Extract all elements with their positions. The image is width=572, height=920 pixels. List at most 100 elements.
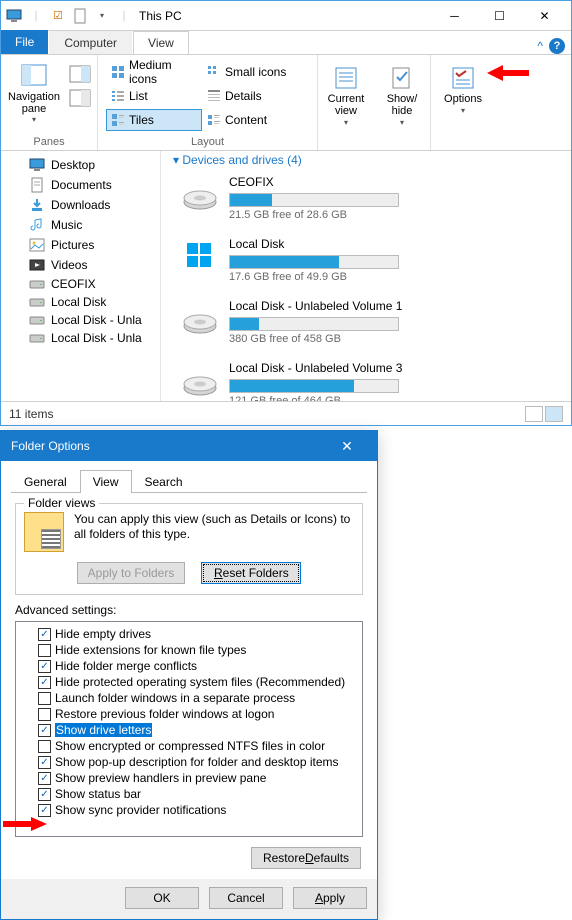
options-button[interactable]: Options <box>437 59 489 134</box>
ribbon-group-currentview: Current view Show/ hide <box>318 55 431 150</box>
advanced-setting-item[interactable]: ✓Show sync provider notifications <box>18 802 360 818</box>
drive-usage-bar <box>229 317 399 331</box>
dialog-tab-view[interactable]: View <box>80 470 132 493</box>
minimize-button[interactable]: ─ <box>432 1 477 31</box>
layout-tiles[interactable]: Tiles <box>106 109 202 131</box>
navpane-icon <box>20 63 48 91</box>
ribbon-tabs: File Computer View ^ ? <box>1 31 571 55</box>
folder-views-label: Folder views <box>24 496 99 510</box>
checkbox[interactable] <box>38 644 51 657</box>
drive-tile[interactable]: Local Disk - Unlabeled Volume 3121 GB fr… <box>167 355 565 401</box>
section-header[interactable]: ▾ Devices and drives (4) <box>167 151 565 169</box>
tree-item[interactable]: Music <box>1 215 160 235</box>
ribbon: Navigation pane ▾ Panes Medium icons Sma… <box>1 55 571 151</box>
reset-folders-button[interactable]: Reset Folders <box>201 562 301 584</box>
advanced-setting-item[interactable]: Hide extensions for known file types <box>18 642 360 658</box>
dialog-titlebar: Folder Options ✕ <box>1 431 377 461</box>
help-icon[interactable]: ? <box>549 38 565 54</box>
drive-icon <box>181 299 219 337</box>
tree-item[interactable]: Downloads <box>1 195 160 215</box>
checkbox[interactable]: ✓ <box>38 724 51 737</box>
ribbon-group-layout: Medium icons Small icons List Details Ti… <box>98 55 318 150</box>
qat-check-icon[interactable]: ☑ <box>49 7 67 25</box>
tree-item[interactable]: Local Disk - Unla <box>1 311 160 329</box>
qat-dropdown-icon[interactable]: ▾ <box>93 7 111 25</box>
drive-tile[interactable]: CEOFIX21.5 GB free of 28.6 GB <box>167 169 565 231</box>
tree-item[interactable]: Desktop <box>1 155 160 175</box>
qat-doc-icon[interactable] <box>71 7 89 25</box>
tab-file[interactable]: File <box>1 30 48 54</box>
status-bar: 11 items <box>1 401 571 425</box>
advanced-settings-label: Advanced settings: <box>15 603 363 617</box>
navigation-tree[interactable]: DesktopDocumentsDownloadsMusicPicturesVi… <box>1 151 161 401</box>
maximize-button[interactable]: ☐ <box>477 1 522 31</box>
qat-sep2: | <box>115 7 133 25</box>
tab-computer[interactable]: Computer <box>49 31 132 54</box>
close-button[interactable]: ✕ <box>522 1 567 31</box>
tree-item[interactable]: Documents <box>1 175 160 195</box>
checkbox[interactable]: ✓ <box>38 788 51 801</box>
advanced-setting-item[interactable]: ✓Show pop-up description for folder and … <box>18 754 360 770</box>
drive-icon <box>181 237 219 275</box>
layout-details[interactable]: Details <box>202 85 298 107</box>
tree-item[interactable]: Local Disk <box>1 293 160 311</box>
minimize-ribbon-icon[interactable]: ^ <box>537 39 543 53</box>
preview-pane-icon[interactable] <box>69 65 91 83</box>
layout-content[interactable]: Content <box>202 109 298 131</box>
tab-view[interactable]: View <box>133 31 189 54</box>
apply-button[interactable]: Apply <box>293 887 367 909</box>
advanced-setting-item[interactable]: Restore previous folder windows at logon <box>18 706 360 722</box>
dialog-tab-general[interactable]: General <box>11 470 80 493</box>
tree-item[interactable]: Local Disk - Unla <box>1 329 160 347</box>
dialog-tab-search[interactable]: Search <box>132 470 196 493</box>
explorer-window: | ☑ ▾ | This PC ─ ☐ ✕ File Computer View… <box>0 0 572 426</box>
advanced-setting-item[interactable]: Launch folder windows in a separate proc… <box>18 690 360 706</box>
tree-item[interactable]: Pictures <box>1 235 160 255</box>
advanced-setting-item[interactable]: ✓Show status bar <box>18 786 360 802</box>
drive-tile[interactable]: Local Disk17.6 GB free of 49.9 GB <box>167 231 565 293</box>
folder-views-group: Folder views You can apply this view (su… <box>15 503 363 595</box>
checkbox[interactable]: ✓ <box>38 804 51 817</box>
statusbar-tiles-view-icon[interactable] <box>545 406 563 422</box>
status-item-count: 11 items <box>9 407 53 421</box>
checkbox[interactable]: ✓ <box>38 772 51 785</box>
show-hide-button[interactable]: Show/ hide <box>376 59 428 134</box>
titlebar: | ☑ ▾ | This PC ─ ☐ ✕ <box>1 1 571 31</box>
window-controls: ─ ☐ ✕ <box>432 1 567 31</box>
restore-defaults-button[interactable]: Restore Defaults <box>251 847 361 869</box>
checkbox[interactable] <box>38 740 51 753</box>
drive-usage-bar <box>229 379 399 393</box>
checkbox[interactable]: ✓ <box>38 756 51 769</box>
checkbox[interactable] <box>38 692 51 705</box>
cancel-button[interactable]: Cancel <box>209 887 283 909</box>
advanced-setting-item[interactable]: ✓Show preview handlers in preview pane <box>18 770 360 786</box>
dialog-tabs: General View Search <box>11 469 367 493</box>
details-pane-icon[interactable] <box>69 89 91 107</box>
tree-item[interactable]: CEOFIX <box>1 275 160 293</box>
window-title: This PC <box>139 9 182 23</box>
options-icon <box>450 65 476 91</box>
current-view-button[interactable]: Current view <box>320 59 372 134</box>
checkbox[interactable]: ✓ <box>38 676 51 689</box>
annotation-arrow-options <box>487 63 531 83</box>
advanced-setting-item[interactable]: Show encrypted or compressed NTFS files … <box>18 738 360 754</box>
tree-item[interactable]: Videos <box>1 255 160 275</box>
ribbon-help: ^ ? <box>537 38 565 54</box>
layout-medium-icons[interactable]: Medium icons <box>106 61 202 83</box>
advanced-setting-item[interactable]: ✓Hide empty drives <box>18 626 360 642</box>
statusbar-details-view-icon[interactable] <box>525 406 543 422</box>
advanced-setting-item[interactable]: ✓Show drive letters <box>18 722 360 738</box>
advanced-setting-item[interactable]: ✓Hide folder merge conflicts <box>18 658 360 674</box>
ok-button[interactable]: OK <box>125 887 199 909</box>
advanced-setting-item[interactable]: ✓Hide protected operating system files (… <box>18 674 360 690</box>
checkbox[interactable]: ✓ <box>38 628 51 641</box>
layout-list[interactable]: List <box>106 85 202 107</box>
navigation-pane-button[interactable]: Navigation pane ▾ <box>7 59 61 134</box>
dialog-close-button[interactable]: ✕ <box>327 438 367 455</box>
checkbox[interactable] <box>38 708 51 721</box>
checkbox[interactable]: ✓ <box>38 660 51 673</box>
layout-small-icons[interactable]: Small icons <box>202 61 298 83</box>
apply-to-folders-button[interactable]: Apply to Folders <box>77 562 186 584</box>
drive-tile[interactable]: Local Disk - Unlabeled Volume 1380 GB fr… <box>167 293 565 355</box>
advanced-settings-list[interactable]: ✓Hide empty drivesHide extensions for kn… <box>15 621 363 837</box>
